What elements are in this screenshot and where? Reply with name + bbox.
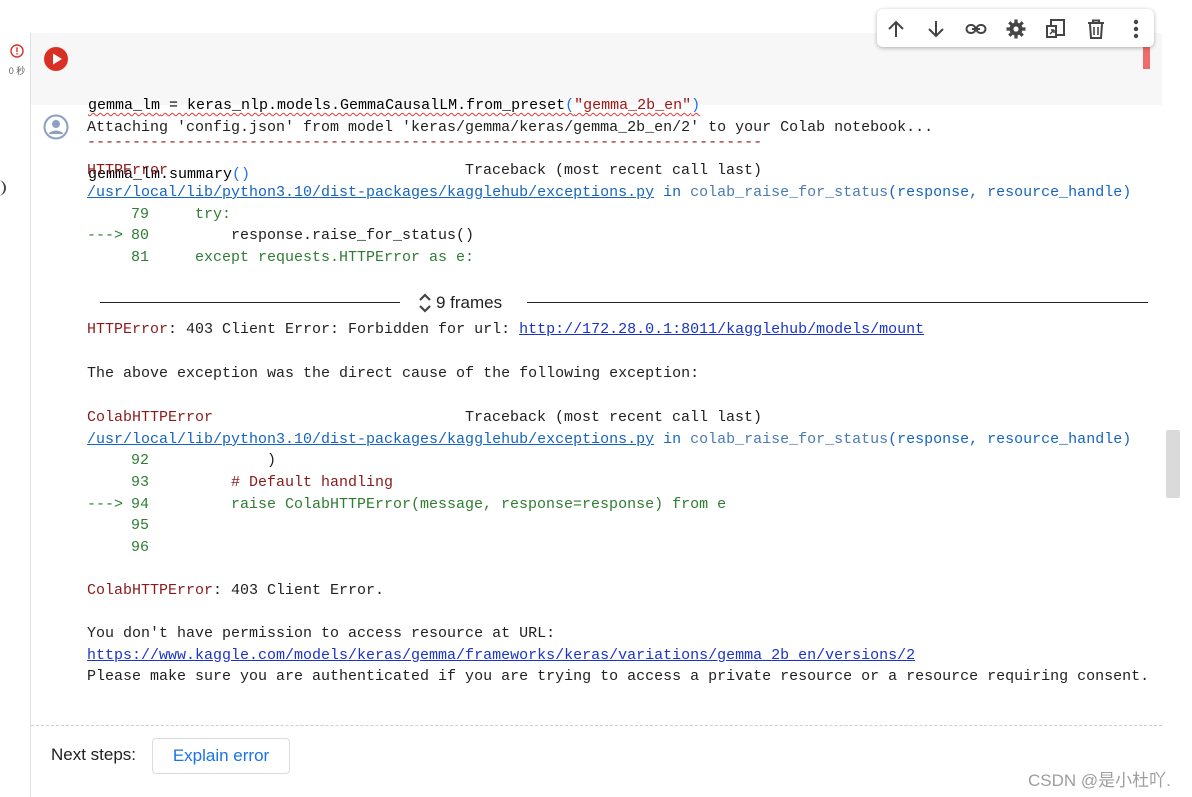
trash-icon[interactable]: [1085, 18, 1107, 40]
traceback-line: 81 except requests.HTTPError as e:: [87, 247, 474, 269]
code-op: =: [160, 97, 188, 114]
run-cell-button[interactable]: [43, 46, 69, 72]
error-message: : 403 Client Error: Forbidden for url:: [168, 321, 520, 338]
traceback-line: 96: [87, 537, 231, 559]
line-number: 79: [131, 206, 150, 223]
error-message: : 403 Client Error.: [213, 582, 385, 599]
line-code: except requests.HTTPError as e:: [195, 249, 475, 266]
traceback-line: 93 # Default handling: [87, 472, 393, 494]
execution-time: 0 秒: [8, 66, 26, 76]
code-string-arg: "gemma_2b_en": [574, 97, 692, 114]
left-gutter: [0, 0, 30, 797]
cell-output: Attaching 'config.json' from model 'kera…: [87, 117, 1149, 685]
arrow-up-icon[interactable]: [885, 18, 907, 40]
error-prefix: HTTPError: [87, 321, 169, 338]
watermark: CSDN @是小杜吖.: [1028, 771, 1171, 790]
frames-label: 9 frames: [436, 293, 503, 312]
in-word: in: [654, 184, 691, 201]
line-number: 92: [131, 452, 150, 469]
traceback-label: Traceback (most recent call last): [465, 409, 763, 426]
explain-error-button[interactable]: Explain error: [152, 738, 290, 774]
arrow-down-icon[interactable]: [925, 18, 947, 40]
line-number: 94: [131, 496, 150, 513]
error-scroll-marker: [1143, 47, 1150, 69]
more-vert-icon[interactable]: [1125, 18, 1147, 40]
traceback-line: ---> 80 response.raise_for_status(): [87, 225, 474, 247]
collapsed-frames[interactable]: 9 frames: [100, 290, 1148, 316]
resource-url-link[interactable]: https://www.kaggle.com/models/keras/gemm…: [87, 645, 915, 667]
traceback-location-2: /usr/local/lib/python3.10/dist-packages/…: [87, 429, 1131, 451]
traceback-line: 79 try:: [87, 204, 231, 226]
arrow: --->: [87, 496, 124, 513]
code-line-1: gemma_lm = keras_nlp.models.GemmaCausalL…: [88, 94, 700, 117]
line-code: raise ColabHTTPError(message, response=r…: [231, 496, 727, 513]
func-args: (response, resource_handle): [888, 184, 1132, 201]
code-open-paren: (: [565, 97, 575, 114]
func-name: colab_raise_for_status: [690, 431, 889, 448]
in-word: in: [654, 431, 691, 448]
output-scrollbar-thumb[interactable]: [1166, 430, 1180, 498]
code-call: keras_nlp.models.GemmaCausalLM.from_pres…: [187, 97, 566, 114]
traceback-header-2: ColabHTTPError Traceback (most recent cal…: [87, 407, 762, 429]
file-path-link[interactable]: /usr/local/lib/python3.10/dist-packages/…: [87, 431, 654, 448]
http-error-line: HTTPError: 403 Client Error: Forbidden f…: [87, 319, 924, 341]
frames-divider-right: [527, 302, 1148, 303]
error-name: HTTPError: [87, 162, 169, 179]
traceback-label: Traceback (most recent call last): [465, 162, 763, 179]
code-close-paren: ): [691, 97, 701, 114]
final-error-line: ColabHTTPError: 403 Client Error.: [87, 580, 384, 602]
unfold-icon: [419, 293, 431, 313]
error-prefix: ColabHTTPError: [87, 582, 214, 599]
line-code: ): [267, 452, 277, 469]
line-code: response.raise_for_status(): [231, 227, 475, 244]
error-name: ColabHTTPError: [87, 409, 214, 426]
traceback-line: ---> 94 raise ColabHTTPError(message, resp…: [87, 494, 726, 516]
frames-toggle[interactable]: 9 frames: [418, 290, 502, 316]
cell-status: 0 秒: [6, 44, 28, 77]
cause-line: The above exception was the direct cause…: [87, 365, 700, 382]
output-avatar-icon: [43, 114, 69, 140]
line-number: 96: [131, 539, 150, 556]
cell-toolbar: [877, 9, 1154, 47]
line-number: 95: [131, 517, 150, 534]
next-steps-label: Next steps:: [51, 745, 137, 764]
line-code: try:: [195, 206, 232, 223]
line-number: 93: [131, 474, 150, 491]
func-args: (response, resource_handle): [888, 431, 1132, 448]
gear-icon[interactable]: [1005, 18, 1027, 40]
arrow: --->: [87, 227, 124, 244]
traceback-line: 95: [87, 515, 231, 537]
code-var: gemma_lm: [88, 97, 161, 114]
line-number: 80: [131, 227, 150, 244]
dash-line: ----------------------------------------…: [87, 134, 763, 151]
mount-url-link[interactable]: http://172.28.0.1:8011/kagglehub/models/…: [519, 321, 924, 338]
edge-mark: [0, 180, 6, 196]
auth-line: Please make sure you are authenticated i…: [87, 668, 1150, 685]
output-divider: [31, 725, 1162, 726]
traceback-line: 92): [87, 450, 276, 472]
permission-line: You don't have permission to access reso…: [87, 625, 556, 642]
mirror-cell-icon[interactable]: [1045, 18, 1067, 40]
func-name: colab_raise_for_status: [690, 184, 889, 201]
frames-divider-left: [100, 302, 400, 303]
line-code: # Default handling: [231, 474, 394, 491]
traceback-location-1: /usr/local/lib/python3.10/dist-packages/…: [87, 182, 1131, 204]
error-status-icon: [10, 44, 24, 58]
file-path-link[interactable]: /usr/local/lib/python3.10/dist-packages/…: [87, 184, 654, 201]
line-number: 81: [131, 249, 150, 266]
link-icon[interactable]: [965, 18, 987, 40]
traceback-header-1: HTTPError Traceback (most recent call las…: [87, 160, 762, 182]
